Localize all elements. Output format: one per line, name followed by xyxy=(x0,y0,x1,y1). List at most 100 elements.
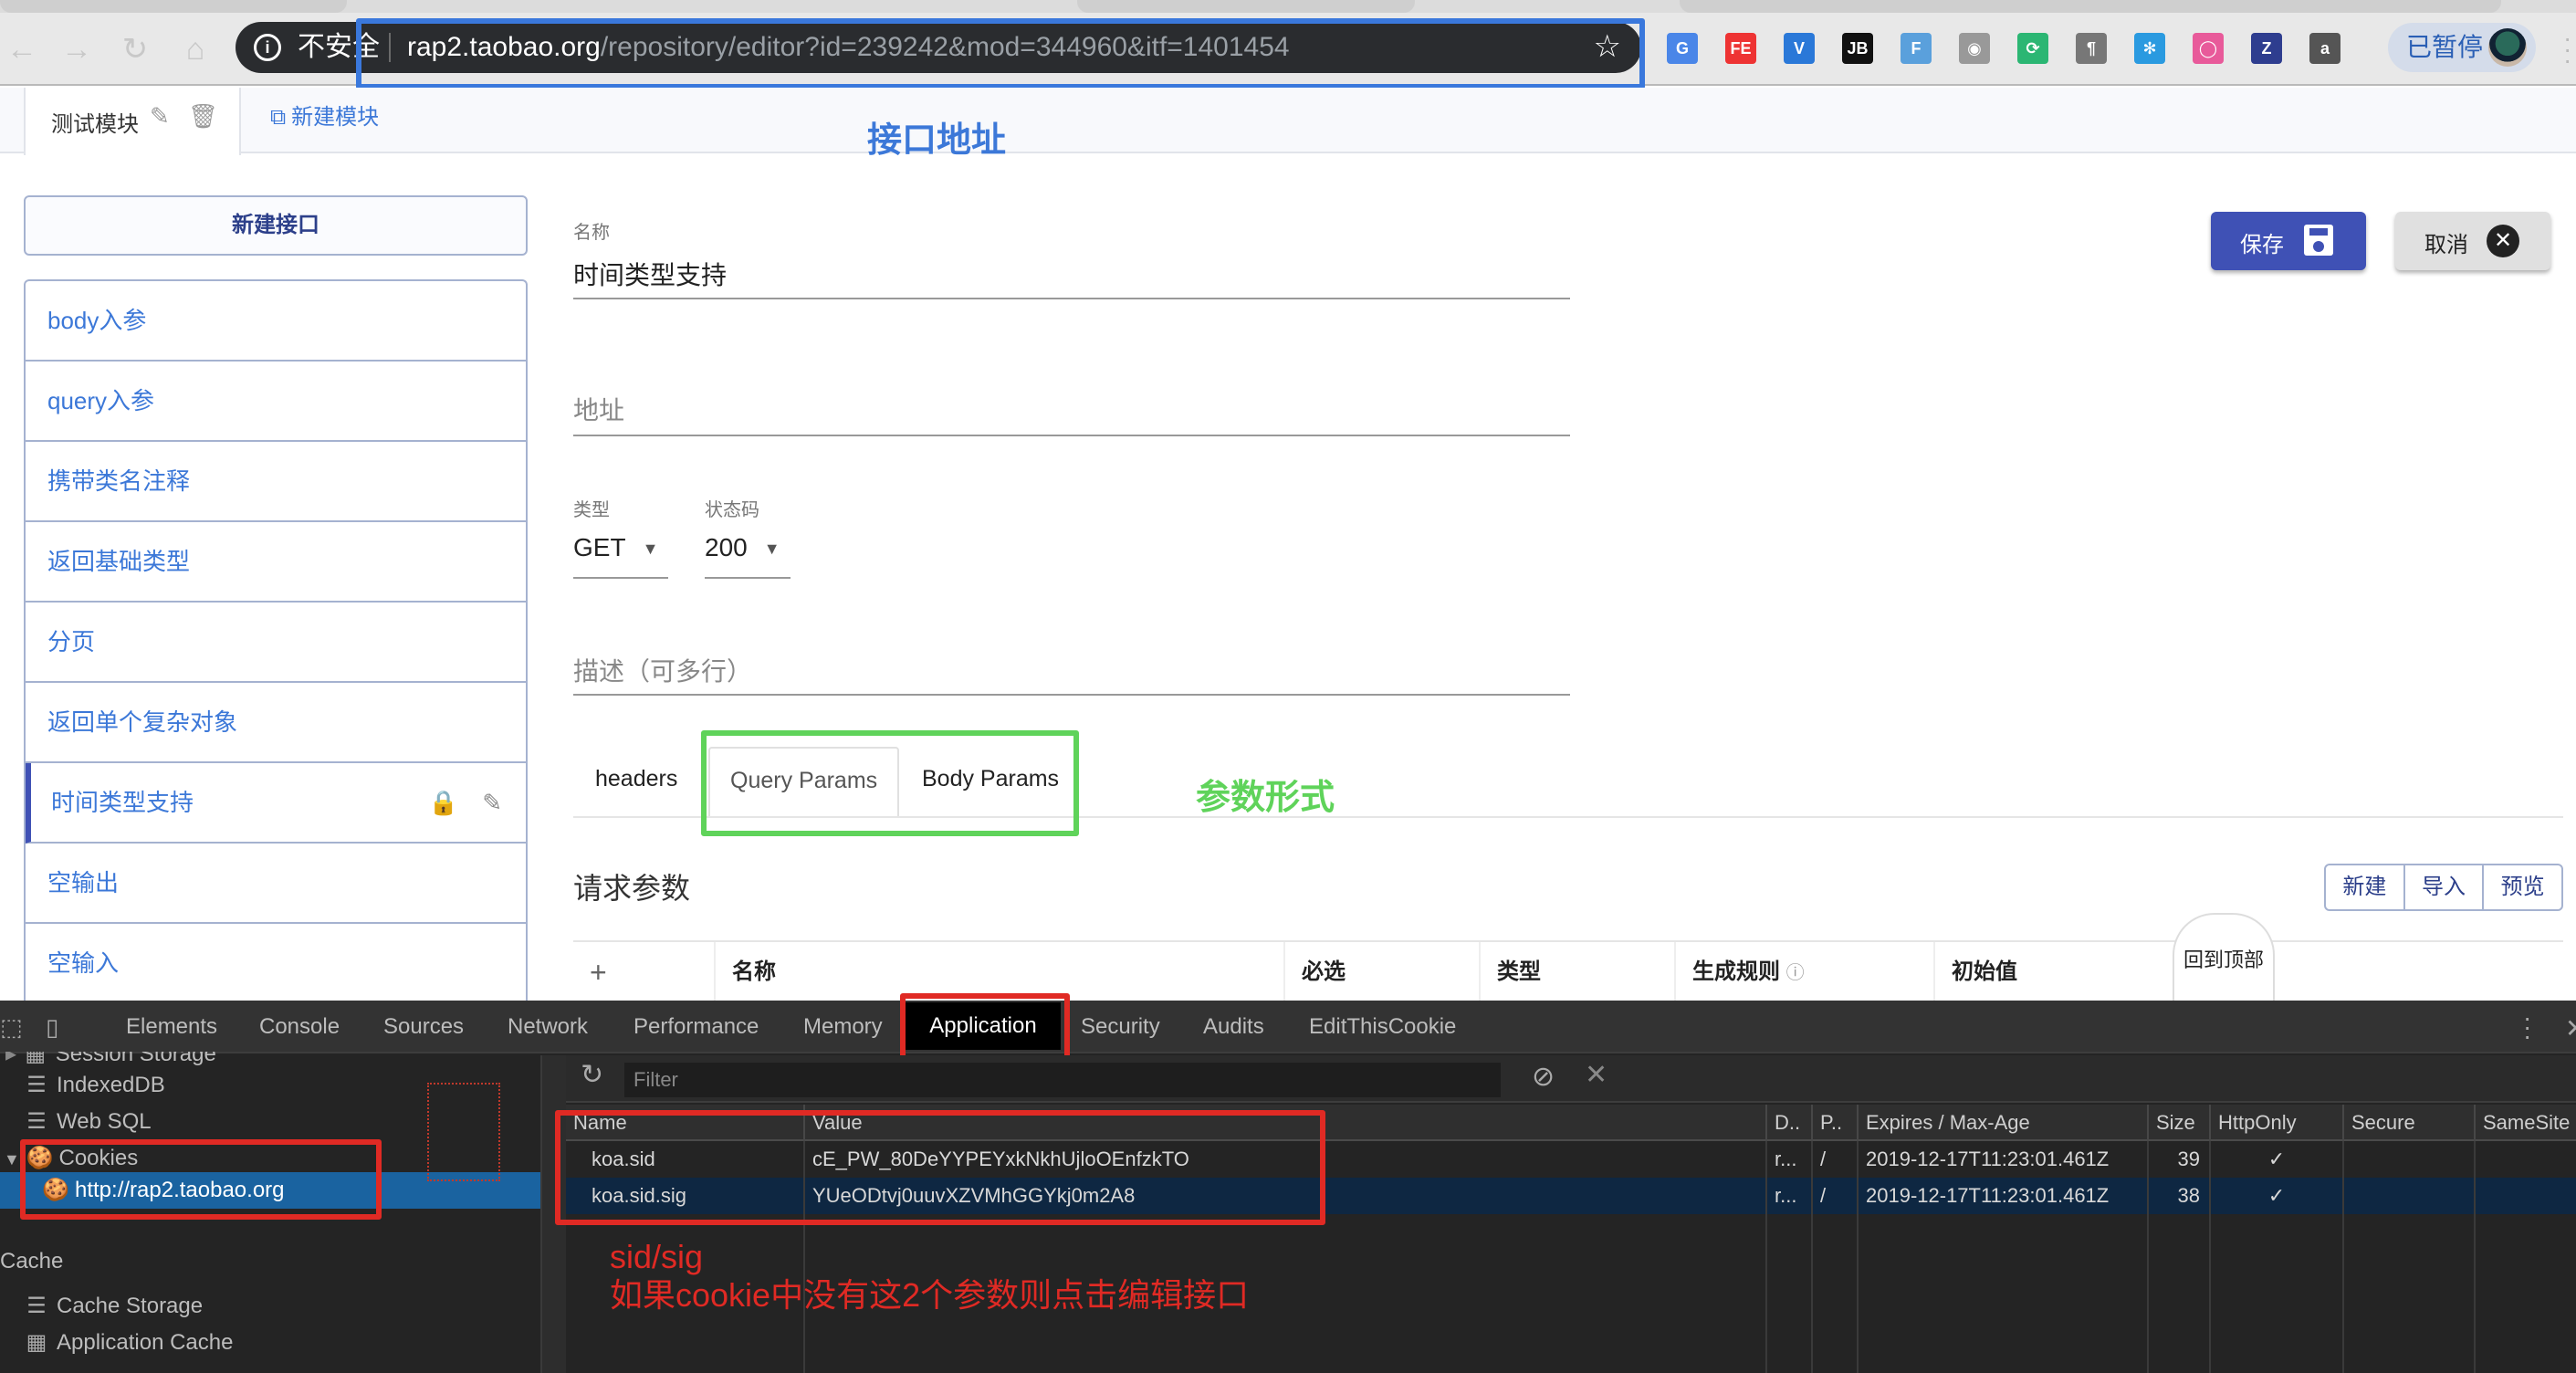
devtools-menu-icon[interactable]: · · · xyxy=(2523,1005,2532,1049)
fi-icon[interactable]: F xyxy=(1901,33,1932,64)
cookie-expires: 2019-12-17T11:23:01.461Z xyxy=(1857,1141,2147,1178)
pencil-icon[interactable]: ✎ xyxy=(150,102,170,131)
google-translate-icon[interactable]: G xyxy=(1667,33,1698,64)
inspect-element-icon[interactable]: ⬚ xyxy=(0,1013,23,1042)
sidebar-label: Web SQL xyxy=(57,1109,152,1134)
add-row-button[interactable]: + xyxy=(573,942,714,1002)
browser-tab[interactable] xyxy=(0,0,347,13)
paragraph-icon[interactable]: ¶ xyxy=(2076,33,2107,64)
pinwheel-icon[interactable]: ✻ xyxy=(2134,33,2165,64)
reload-icon[interactable]: ↻ xyxy=(119,33,152,66)
request-params-title: 请求参数 xyxy=(573,872,691,905)
refresh-icon[interactable]: ↻ xyxy=(581,1059,603,1091)
dropdown-caret-icon: ▼ xyxy=(763,540,780,559)
z-ext-icon[interactable]: Z xyxy=(2251,33,2282,64)
cookie-samesite xyxy=(2474,1141,2576,1178)
jetbrains-icon[interactable]: JB xyxy=(1842,33,1873,64)
column-header-expires-max-age[interactable]: Expires / Max-Age xyxy=(1857,1105,2147,1141)
delete-selected-icon[interactable]: ✕ xyxy=(1585,1059,1607,1091)
sidebar-item-application-cache[interactable]: ▦ Application Cache xyxy=(24,1327,234,1358)
lock-icon[interactable]: 🔒 xyxy=(429,763,458,842)
trash-icon[interactable]: 🗑 xyxy=(188,102,218,131)
info-icon[interactable]: i xyxy=(254,34,281,61)
api-list-item[interactable]: 空输入 xyxy=(26,924,526,1004)
profile-button[interactable]: 已暂停 xyxy=(2388,23,2536,72)
save-button[interactable]: 保存 xyxy=(2211,212,2366,270)
vue-devtools-icon[interactable]: V xyxy=(1784,33,1815,64)
column-header-samesite[interactable]: SameSite xyxy=(2474,1105,2576,1141)
fe-helper-icon[interactable]: FE xyxy=(1725,33,1756,64)
browser-tab[interactable] xyxy=(1077,0,1415,13)
back-icon[interactable]: ← xyxy=(5,33,38,66)
pencil-icon[interactable]: ✎ xyxy=(482,763,502,842)
api-list-item[interactable]: 返回单个复杂对象 xyxy=(26,683,526,763)
new-module-button[interactable]: ⧉ 新建模块 xyxy=(270,99,379,131)
devtools-tab-editthiscookie[interactable]: EditThisCookie xyxy=(1309,1013,1456,1041)
a-ext-icon[interactable]: a xyxy=(2309,33,2340,64)
api-list-item[interactable]: 携带类名注释 xyxy=(26,442,526,522)
address-underline xyxy=(573,435,1570,436)
forward-icon[interactable]: → xyxy=(60,33,93,66)
import-button[interactable]: 导入 xyxy=(2405,865,2485,909)
type-value: GET xyxy=(573,533,626,561)
api-list-item[interactable]: 返回基础类型 xyxy=(26,522,526,603)
color-ring-icon[interactable]: ◯ xyxy=(2193,33,2224,64)
column-header-p-[interactable]: P.. xyxy=(1811,1105,1857,1141)
browser-menu-icon[interactable]: · · · xyxy=(2563,26,2571,73)
filter-input[interactable]: Filter xyxy=(624,1063,1501,1097)
sync-icon[interactable]: ⟳ xyxy=(2017,33,2048,64)
devtools-tab-console[interactable]: Console xyxy=(259,1013,340,1041)
screenshot-icon[interactable]: ◉ xyxy=(1959,33,1990,64)
api-list-item[interactable]: 时间类型支持 🔒 ✎ xyxy=(26,763,526,844)
devtools-tab-security[interactable]: Security xyxy=(1081,1013,1160,1041)
module-tab-active[interactable]: 测试模块 ✎ 🗑 xyxy=(24,88,241,155)
type-label: 类型 xyxy=(573,500,610,520)
application-tab-highlight xyxy=(900,993,1070,1063)
new-param-button[interactable]: 新建 xyxy=(2326,865,2405,909)
tab-headers[interactable]: headers xyxy=(575,747,697,816)
api-list-item[interactable]: query入参 xyxy=(26,362,526,442)
api-list-item[interactable]: body入参 xyxy=(26,281,526,362)
browser-tab[interactable] xyxy=(1680,0,2501,13)
devtools-tab-audits[interactable]: Audits xyxy=(1203,1013,1264,1041)
profile-status: 已暂停 xyxy=(2406,33,2484,61)
column-type: 类型 xyxy=(1479,942,1674,1002)
column-header-d-[interactable]: D.. xyxy=(1765,1105,1811,1141)
dotted-selection-box xyxy=(427,1083,500,1181)
column-header-httponly[interactable]: HttpOnly xyxy=(2209,1105,2342,1141)
preview-button[interactable]: 预览 xyxy=(2484,865,2561,909)
column-required: 必选 xyxy=(1283,942,1479,1002)
sidebar-item-websql[interactable]: ☰ Web SQL xyxy=(24,1106,152,1137)
clear-all-icon[interactable]: ⊘ xyxy=(1532,1061,1555,1093)
column-header-size[interactable]: Size xyxy=(2147,1105,2209,1141)
devtools-tab-memory[interactable]: Memory xyxy=(803,1013,883,1041)
description-input[interactable]: 描述（可多行） xyxy=(573,652,752,688)
devtools-tab-elements[interactable]: Elements xyxy=(126,1013,217,1041)
api-list-item[interactable]: 空输出 xyxy=(26,844,526,924)
new-api-button[interactable]: 新建接口 xyxy=(24,195,528,256)
type-select[interactable]: GET ▼ xyxy=(573,533,668,562)
sidebar-label: Cache Storage xyxy=(57,1294,204,1318)
home-icon[interactable]: ⌂ xyxy=(179,33,212,66)
help-icon[interactable]: ⓘ xyxy=(1786,963,1805,983)
address-input[interactable]: 地址 xyxy=(573,391,624,427)
sidebar-item-cache-storage[interactable]: ☰ Cache Storage xyxy=(24,1291,203,1322)
column-header-secure[interactable]: Secure xyxy=(2342,1105,2474,1141)
sidebar-item-indexeddb[interactable]: ☰ IndexedDB xyxy=(24,1070,165,1101)
cookie-httponly: ✓ xyxy=(2209,1178,2342,1214)
devtools-tab-performance[interactable]: Performance xyxy=(634,1013,759,1041)
back-to-top-button[interactable]: 回到顶部 xyxy=(2173,913,2275,1004)
devtools-tab-network[interactable]: Network xyxy=(508,1013,588,1041)
cookie-path: / xyxy=(1811,1141,1857,1178)
status-select[interactable]: 200 ▼ xyxy=(705,533,791,562)
type-underline xyxy=(573,577,668,579)
api-list-item[interactable]: 分页 xyxy=(26,603,526,683)
cancel-button[interactable]: 取消 ✕ xyxy=(2395,212,2550,270)
params-highlight-box xyxy=(701,730,1079,836)
column-divider xyxy=(1811,1214,1813,1373)
devtools-tab-sources[interactable]: Sources xyxy=(383,1013,464,1041)
devtools-close-icon[interactable]: ✕ xyxy=(2565,1013,2576,1043)
expand-triangle-icon[interactable]: ▼ xyxy=(4,1150,20,1169)
name-input[interactable]: 时间类型支持 xyxy=(573,256,727,292)
device-toolbar-icon[interactable]: ▯ xyxy=(46,1013,58,1042)
